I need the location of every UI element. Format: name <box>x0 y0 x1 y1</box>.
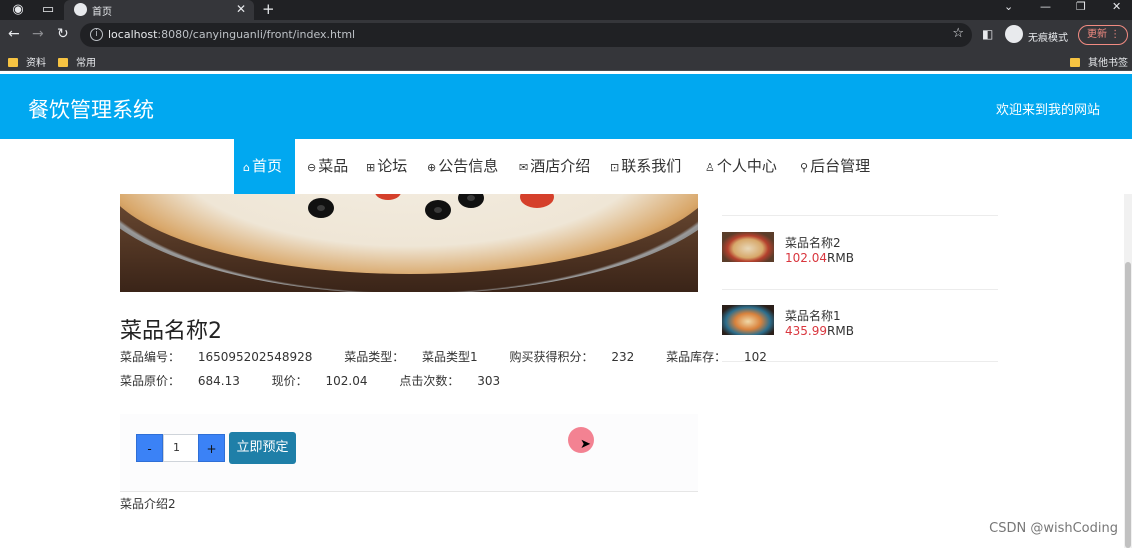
dish-points: 232 <box>611 350 635 364</box>
tab-close-icon[interactable]: ✕ <box>236 2 246 16</box>
dish-meta-row-1: 菜品编号： 165095202548928 菜品类型： 菜品类型1 购买获得积分… <box>120 350 767 364</box>
nav-item-home[interactable]: ⌂ 首页 <box>234 139 295 194</box>
mail-icon: ✉ <box>519 161 529 174</box>
nav-item-profile[interactable]: ♙ 个人中心 <box>705 139 777 194</box>
site-header: 餐饮管理系统 欢迎来到我的网站 <box>0 74 1132 139</box>
tab-search-icon[interactable]: ▭ <box>40 2 56 18</box>
dish-original-price: 684.13 <box>197 374 240 388</box>
minimize-icon[interactable]: — <box>1040 0 1051 14</box>
quantity-plus-button[interactable]: + <box>198 434 225 462</box>
sidebar-dish-price: 435.99RMB <box>785 324 854 338</box>
dish-type: 菜品类型1 <box>422 350 478 364</box>
order-panel: - 1 + 立即预定 <box>120 414 698 492</box>
main-nav: ⌂ 首页 ⊖ 菜品 ⊞ 论坛 ⊕ 公告信息 ✉ 酒店介绍 ⊡ 联系我们 ♙ 个人中心 ⚲ 后台管… <box>0 139 1132 194</box>
sidebar-dish-name[interactable]: 菜品名称1 <box>785 307 841 324</box>
dish-thumbnail[interactable] <box>722 305 774 335</box>
user-icon: ♙ <box>705 161 715 174</box>
browser-tab[interactable]: 首页 ✕ <box>64 0 254 20</box>
dish-clicks: 303 <box>477 374 501 388</box>
mouse-pointer-icon: ➤ <box>580 437 591 452</box>
book-icon: ⊡ <box>610 161 620 174</box>
sidebar-divider <box>722 215 998 216</box>
forward-icon[interactable]: → <box>32 26 44 42</box>
folder-icon <box>1070 58 1080 67</box>
sidebar-divider <box>722 361 998 362</box>
welcome-text: 欢迎来到我的网站 <box>995 103 1100 118</box>
forum-icon: ⊞ <box>366 161 376 174</box>
dish-title: 菜品名称2 <box>120 319 222 344</box>
incognito-icon <box>1005 25 1023 43</box>
bookmark-folder[interactable]: 资料 <box>8 54 46 69</box>
new-tab-icon[interactable]: + <box>262 0 275 18</box>
browser-toolbar: ← → ↻ i localhost:8080/canyinguanli/fron… <box>0 20 1132 50</box>
window-close-icon[interactable]: ✕ <box>1112 0 1121 14</box>
dish-thumbnail[interactable] <box>722 232 774 262</box>
nav-item-hotel[interactable]: ✉ 酒店介绍 <box>519 139 590 194</box>
tab-title: 首页 <box>92 7 112 18</box>
nav-item-admin[interactable]: ⚲ 后台管理 <box>800 139 870 194</box>
dish-icon: ⊖ <box>307 161 317 174</box>
side-panel-icon[interactable]: ◧ <box>982 26 993 42</box>
quantity-minus-button[interactable]: - <box>136 434 163 462</box>
home-icon: ⌂ <box>243 161 250 174</box>
incognito-label: 无痕模式 <box>1028 33 1068 44</box>
sidebar-dish-item[interactable]: 菜品名称1 435.99RMB <box>722 305 998 345</box>
url-text[interactable]: localhost:8080/canyinguanli/front/index.… <box>108 28 355 41</box>
nav-item-notices[interactable]: ⊕ 公告信息 <box>427 139 498 194</box>
dish-price: 102.04 <box>325 374 368 388</box>
sidebar-divider <box>722 289 998 290</box>
chrome-logo-icon[interactable]: ◉ <box>10 2 26 18</box>
dish-meta-row-2: 菜品原价： 684.13 现价： 102.04 点击次数： 303 <box>120 374 501 388</box>
folder-icon <box>8 58 18 67</box>
restore-icon[interactable]: ❐ <box>1076 0 1086 14</box>
sidebar-dish-name[interactable]: 菜品名称2 <box>785 234 841 251</box>
folder-icon <box>58 58 68 67</box>
site-title: 餐饮管理系统 <box>28 98 154 122</box>
tab-list-chevron-icon[interactable]: ⌄ <box>1004 0 1013 14</box>
bookmark-star-icon[interactable]: ☆ <box>952 26 964 41</box>
quantity-input[interactable]: 1 <box>163 434 199 462</box>
sidebar-dish-item[interactable]: 菜品名称2 102.04RMB <box>722 232 998 272</box>
bookmark-folder[interactable]: 常用 <box>58 54 96 69</box>
other-bookmarks[interactable]: 其他书签 <box>1070 54 1128 69</box>
bookmarks-bar: 资料 常用 其他书签 <box>0 50 1132 71</box>
reserve-now-button[interactable]: 立即预定 <box>229 432 296 464</box>
sidebar-dish-price: 102.04RMB <box>785 251 854 265</box>
address-bar[interactable]: i localhost:8080/canyinguanli/front/inde… <box>80 23 972 47</box>
site-info-icon[interactable]: i <box>90 28 103 41</box>
watermark: CSDN @wishCoding <box>989 521 1118 536</box>
browser-tab-strip: ◉ ▭ 首页 ✕ + ⌄ — ❐ ✕ <box>0 0 1132 20</box>
nav-item-dishes[interactable]: ⊖ 菜品 <box>307 139 348 194</box>
nav-item-contact[interactable]: ⊡ 联系我们 <box>610 139 681 194</box>
reload-icon[interactable]: ↻ <box>57 26 69 42</box>
globe-icon <box>74 3 87 16</box>
dish-image <box>120 194 698 292</box>
dish-code: 165095202548928 <box>197 350 313 364</box>
dish-intro: 菜品介绍2 <box>120 497 176 511</box>
link-icon: ⚲ <box>800 161 809 174</box>
page-scrollbar[interactable] <box>1124 194 1132 548</box>
back-icon[interactable]: ← <box>8 26 20 42</box>
notice-icon: ⊕ <box>427 161 437 174</box>
nav-item-forum[interactable]: ⊞ 论坛 <box>366 139 407 194</box>
scrollbar-thumb[interactable] <box>1125 262 1131 548</box>
update-button[interactable]: 更新 ⋮ <box>1078 25 1128 45</box>
